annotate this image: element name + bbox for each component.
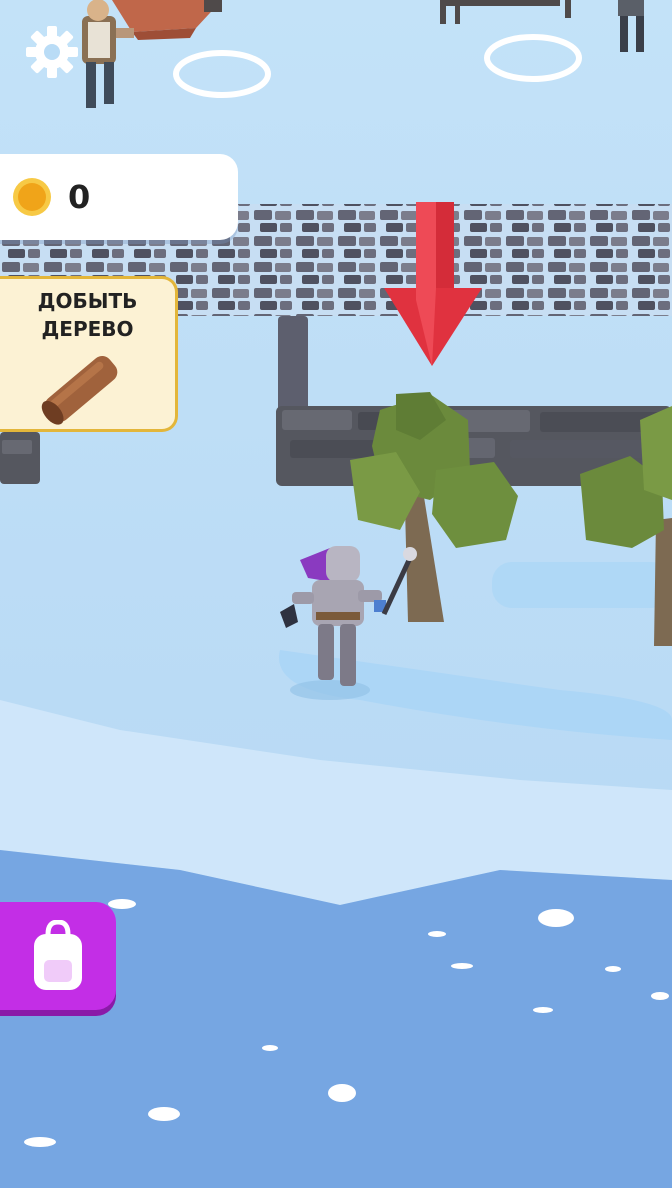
quest-card: ДОБЫТЬ ДЕРЕВО: [0, 276, 178, 432]
backpack-icon: [34, 920, 82, 990]
backpack-button[interactable]: [0, 902, 116, 1010]
stone-wall: [0, 432, 40, 484]
quest-title: ДОБЫТЬ ДЕРЕВО: [37, 289, 138, 341]
gear-icon: [26, 26, 78, 78]
coin-count: 0: [68, 178, 91, 216]
coin-icon: [13, 178, 51, 216]
log-icon: [41, 356, 118, 425]
settings-button[interactable]: [24, 24, 80, 80]
stone-pillar: [278, 316, 308, 412]
ice-patch: [492, 562, 672, 608]
coin-counter: 0: [0, 154, 238, 240]
